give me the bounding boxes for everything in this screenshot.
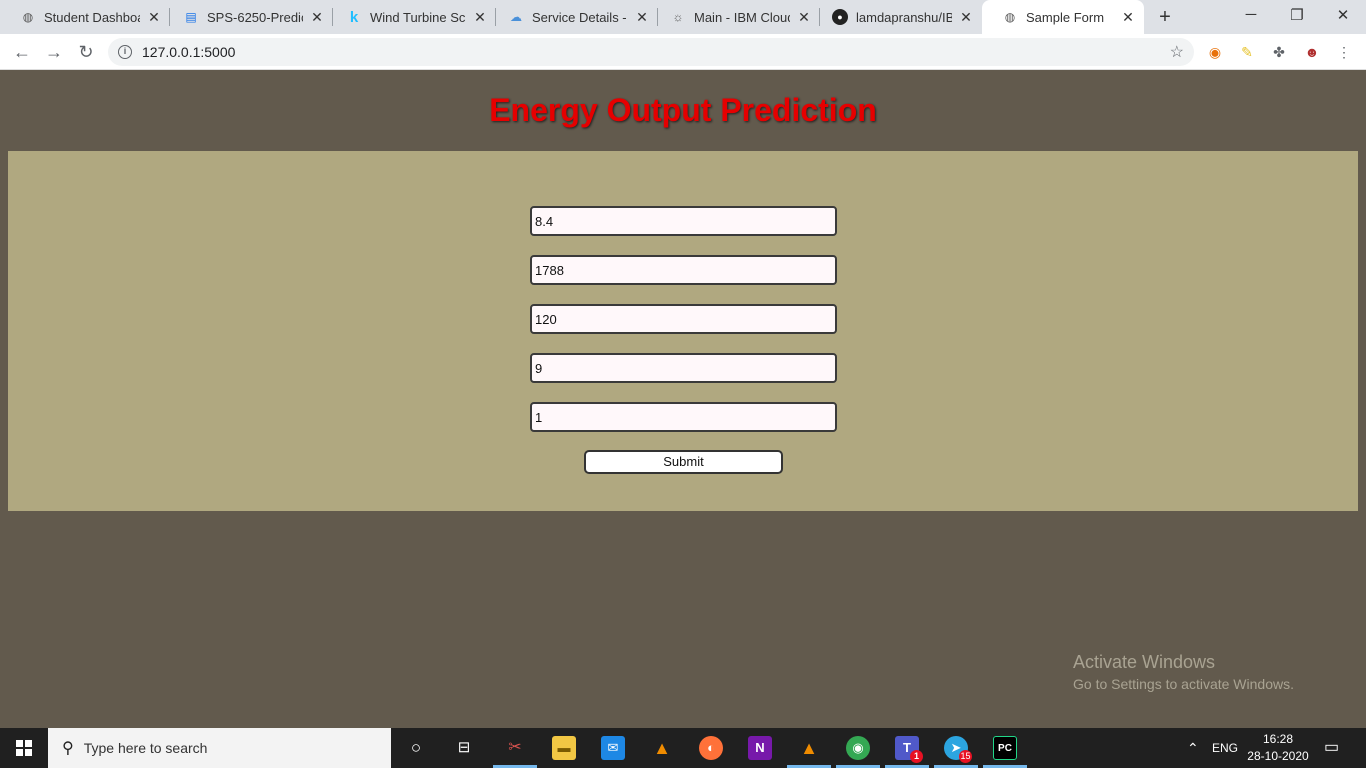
highlighter-icon[interactable]: ✎ [1237, 42, 1257, 62]
input-field-5[interactable] [530, 402, 837, 432]
activation-watermark: Activate Windows Go to Settings to activ… [1073, 652, 1294, 692]
windows-logo-icon [16, 740, 32, 756]
minimize-icon[interactable]: ─ [1241, 6, 1261, 23]
tab-sample-form[interactable]: ◍ Sample Form ✕ [982, 0, 1144, 34]
task-view-icon[interactable]: ⊟ [452, 736, 476, 760]
submit-button[interactable]: Submit [584, 450, 783, 474]
teams-badge: 1 [910, 750, 923, 763]
taskbar: ⚲ Type here to search ○ ⊟ ✂ ▬ ✉ ▲ ◐ N ▲ … [0, 728, 1366, 768]
watermark-line-2: Go to Settings to activate Windows. [1073, 676, 1294, 692]
browser-toolbar: ← → ↻ i 127.0.0.1:5000 ☆ ◉ ✎ ✤ ☻ ⋮ [0, 34, 1366, 70]
mail-icon[interactable]: ✉ [601, 736, 625, 760]
start-button[interactable] [0, 728, 48, 768]
tab-title: lamdapranshu/IBM [856, 9, 952, 25]
restore-icon[interactable]: ❐ [1287, 6, 1307, 24]
close-window-icon[interactable]: ✕ [1333, 6, 1353, 24]
telegram-icon[interactable]: ➤ 15 [944, 736, 972, 763]
close-tab-icon[interactable]: ✕ [958, 9, 974, 26]
vlc-icon[interactable]: ▲ [797, 736, 821, 760]
close-tab-icon[interactable]: ✕ [309, 9, 325, 26]
chrome-icon[interactable]: ◉ [846, 736, 870, 760]
tab-sps-prediction[interactable]: ▤ SPS-6250-Prediction ✕ [163, 0, 333, 34]
address-bar[interactable]: i 127.0.0.1:5000 ☆ [108, 38, 1194, 66]
browser-tabstrip: ◍ Student Dashboard ✕ ▤ SPS-6250-Predict… [0, 0, 1366, 34]
chevron-up-icon[interactable]: ⌃ [1187, 728, 1199, 768]
kaggle-icon: k [349, 8, 359, 26]
cortana-icon[interactable]: ○ [404, 736, 428, 760]
url-text: 127.0.0.1:5000 [142, 44, 236, 60]
notification-icon[interactable]: ▭ [1324, 728, 1339, 768]
language-indicator[interactable]: ENG [1212, 728, 1238, 768]
prediction-form: Submit [8, 151, 1358, 511]
globe-icon: ◍ [22, 10, 34, 24]
close-tab-icon[interactable]: ✕ [634, 9, 650, 26]
tab-student-dashboard[interactable]: ◍ Student Dashboard ✕ [0, 0, 170, 34]
tab-title: Wind Turbine Scada [370, 9, 466, 25]
back-icon[interactable]: ← [11, 41, 33, 63]
reload-icon[interactable]: ↻ [75, 41, 97, 63]
forward-icon[interactable]: → [43, 41, 65, 63]
search-placeholder: Type here to search [83, 740, 208, 756]
bulb-icon: ☼ [672, 10, 684, 24]
bookmark-star-icon[interactable]: ☆ [1170, 42, 1184, 62]
pycharm-icon[interactable]: PC [993, 736, 1017, 760]
clock[interactable]: 16:28 28-10-2020 [1240, 731, 1316, 765]
tab-title: Student Dashboard [44, 9, 140, 25]
extension-record-icon[interactable]: ◉ [1205, 42, 1225, 62]
snip-tool-icon[interactable]: ✂ [503, 736, 527, 760]
close-tab-icon[interactable]: ✕ [146, 9, 162, 26]
input-field-2[interactable] [530, 255, 837, 285]
profile-avatar[interactable]: ☻ [1302, 42, 1322, 62]
tab-service-details[interactable]: ☁ Service Details - IBM ✕ [488, 0, 658, 34]
menu-kebab-icon[interactable]: ⋮ [1334, 42, 1354, 62]
telegram-badge: 15 [959, 750, 972, 763]
clock-date: 28-10-2020 [1247, 749, 1309, 763]
github-icon: ● [832, 9, 848, 25]
file-explorer-icon[interactable]: ▬ [552, 736, 576, 760]
globe-icon: ◍ [1004, 10, 1016, 24]
tab-title: Main - IBM Cloud [694, 9, 790, 25]
new-tab-button[interactable]: + [1155, 6, 1175, 29]
onenote-icon[interactable]: N [748, 736, 772, 760]
tab-wind-turbine[interactable]: k Wind Turbine Scada ✕ [326, 0, 496, 34]
search-icon: ⚲ [62, 740, 74, 757]
info-icon[interactable]: i [118, 45, 132, 59]
vlc-icon[interactable]: ▲ [650, 736, 674, 760]
input-field-1[interactable] [530, 206, 837, 236]
firefox-icon[interactable]: ◐ [699, 736, 723, 760]
tab-github[interactable]: ● lamdapranshu/IBM ✕ [812, 0, 982, 34]
tab-title: SPS-6250-Prediction [207, 9, 303, 25]
tab-ibm-cloud[interactable]: ☼ Main - IBM Cloud ✕ [650, 0, 820, 34]
tab-title: Sample Form [1026, 9, 1105, 25]
close-tab-icon[interactable]: ✕ [472, 9, 488, 26]
watermark-line-1: Activate Windows [1073, 652, 1216, 672]
page-title: Energy Output Prediction [489, 92, 877, 128]
close-tab-icon[interactable]: ✕ [1120, 9, 1136, 26]
doc-icon: ▤ [185, 10, 197, 24]
taskbar-search[interactable]: ⚲ Type here to search [48, 728, 391, 768]
tab-title: Service Details - IBM [532, 9, 628, 25]
cloud-icon: ☁ [510, 10, 522, 24]
puzzle-icon[interactable]: ✤ [1269, 42, 1289, 62]
clock-time: 16:28 [1262, 732, 1294, 746]
input-field-4[interactable] [530, 353, 837, 383]
close-tab-icon[interactable]: ✕ [796, 9, 812, 26]
input-field-3[interactable] [530, 304, 837, 334]
teams-icon[interactable]: T1 [895, 736, 923, 763]
